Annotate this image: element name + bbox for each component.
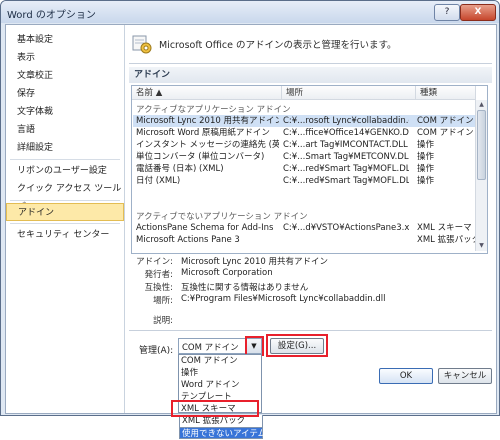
sidebar-divider: [10, 159, 120, 160]
sidebar-item-advanced[interactable]: 詳細設定: [6, 139, 124, 157]
detail-value-publisher: Microsoft Corporation: [181, 268, 273, 278]
cell-name: Microsoft Lync 2010 用共有アドイン: [136, 116, 279, 126]
vertical-scrollbar[interactable]: ▲ ▼: [475, 100, 487, 251]
group-header-inactive: アクティブでないアプリケーション アドイン: [136, 212, 308, 222]
cell-location: C:¥...rosoft Lync¥collabaddin.dll: [283, 116, 409, 126]
column-header-location[interactable]: 場所: [282, 86, 416, 100]
sidebar-item-proofing[interactable]: 文章校正: [6, 67, 124, 85]
highlight-box-dropdown: [245, 336, 264, 356]
title-bar: Word のオプション ? X: [1, 1, 499, 23]
sidebar-item-quick-access-toolbar[interactable]: クイック アクセス ツール バー: [6, 180, 124, 212]
dropdown-option[interactable]: 操作: [179, 367, 263, 379]
word-options-dialog: Word のオプション ? X 基本設定 表示 文章校正 保存 文字体裁 言語 …: [0, 0, 500, 439]
sidebar-item-typography[interactable]: 文字体裁: [6, 103, 124, 121]
dropdown-option-unavailable-items[interactable]: 使用できないアイテム: [179, 427, 266, 439]
detail-label-addin: アドイン:: [136, 257, 173, 267]
cell-location: C:¥...Smart Tag¥METCONV.DLL: [283, 152, 409, 162]
detail-label-description: 説明:: [153, 316, 173, 326]
table-row[interactable]: 電話番号 (日本) (XML) C:¥...red¥Smart Tag¥MOFL…: [133, 163, 484, 175]
detail-label-compatibility: 互換性:: [144, 283, 173, 293]
sidebar-item-basic[interactable]: 基本設定: [6, 31, 124, 49]
cell-location: C:¥...ffice¥Office14¥GENKO.DLL: [283, 128, 409, 138]
table-row[interactable]: Microsoft Lync 2010 用共有アドイン C:¥...rosoft…: [133, 115, 484, 127]
highlight-box-unavailable-items: [171, 400, 259, 417]
cell-type: XML 拡張パック: [417, 235, 481, 245]
cell-name: Microsoft Actions Pane 3: [136, 235, 240, 245]
table-row[interactable]: Microsoft Actions Pane 3 XML 拡張パック: [133, 234, 484, 246]
cell-type: 操作: [417, 152, 435, 162]
sidebar-item-save[interactable]: 保存: [6, 85, 124, 103]
dropdown-option[interactable]: COM アドイン: [179, 355, 263, 367]
addins-table: 名前 ▲ 場所 種類 アクティブなアプリケーション アドイン Microsoft…: [131, 85, 488, 254]
addins-gear-icon: [132, 35, 152, 54]
cell-type: COM アドイン: [417, 128, 474, 138]
cell-name: Microsoft Word 原稿用紙アドイン: [136, 128, 270, 138]
cell-type: XML スキーマ: [417, 223, 472, 233]
page-header: Microsoft Office のアドインの表示と管理を行います。: [159, 40, 397, 51]
cancel-button[interactable]: キャンセル: [438, 368, 492, 384]
sidebar-divider: [10, 200, 120, 201]
cell-location: C:¥...red¥Smart Tag¥MOFL.DLL: [283, 176, 409, 186]
divider: [129, 63, 492, 64]
sidebar-item-addins[interactable]: アドイン: [6, 203, 124, 221]
sidebar-item-customize-ribbon[interactable]: リボンのユーザー設定: [6, 162, 124, 180]
cell-name: ActionsPane Schema for Add-Ins: [136, 223, 274, 233]
cell-name: 単位コンバータ (単位コンバータ): [136, 152, 265, 162]
table-row[interactable]: インスタント メッセージの連絡先 (英語) C:¥...art Tag¥IMCO…: [133, 139, 484, 151]
help-button[interactable]: ?: [434, 4, 460, 21]
main-panel: Microsoft Office のアドインの表示と管理を行います。 アドイン …: [125, 25, 496, 439]
cell-name: 電話番号 (日本) (XML): [136, 164, 224, 174]
cell-location: C:¥...d¥VSTO¥ActionsPane3.xsd: [283, 223, 409, 233]
detail-value-compatibility: 互換性に関する情報はありません: [181, 283, 309, 293]
sidebar-divider: [10, 223, 120, 224]
detail-label-location: 場所:: [153, 296, 173, 306]
cell-type: COM アドイン: [417, 116, 474, 126]
cell-type: 操作: [417, 140, 435, 150]
highlight-box-go: [266, 334, 328, 357]
cell-name: インスタント メッセージの連絡先 (英語): [136, 140, 279, 150]
column-header-type[interactable]: 種類: [416, 86, 476, 100]
sidebar: 基本設定 表示 文章校正 保存 文字体裁 言語 詳細設定 リボンのユーザー設定 …: [6, 25, 125, 413]
detail-label-publisher: 発行者:: [144, 270, 173, 280]
table-row[interactable]: Microsoft Word 原稿用紙アドイン C:¥...ffice¥Offi…: [133, 127, 484, 139]
ok-button[interactable]: OK: [379, 368, 433, 384]
group-header-active: アクティブなアプリケーション アドイン: [136, 105, 291, 115]
table-row[interactable]: 日付 (XML) C:¥...red¥Smart Tag¥MOFL.DLL 操作: [133, 175, 484, 187]
sidebar-item-language[interactable]: 言語: [6, 121, 124, 139]
sidebar-item-trust-center[interactable]: セキュリティ センター: [6, 226, 124, 244]
detail-value-addin: Microsoft Lync 2010 用共有アドイン: [181, 257, 328, 267]
dropdown-option[interactable]: Word アドイン: [179, 379, 263, 391]
column-header-name[interactable]: 名前 ▲: [132, 86, 282, 100]
divider: [129, 330, 492, 331]
dialog-client: 基本設定 表示 文章校正 保存 文字体裁 言語 詳細設定 リボンのユーザー設定 …: [5, 24, 497, 439]
manage-select-value: COM アドイン: [182, 343, 239, 353]
table-row[interactable]: ActionsPane Schema for Add-Ins C:¥...d¥V…: [133, 222, 484, 234]
detail-value-location: C:¥Program Files¥Microsoft Lync¥collabad…: [181, 294, 386, 304]
cell-name: 日付 (XML): [136, 176, 181, 186]
window-title: Word のオプション: [7, 10, 96, 21]
cell-type: 操作: [417, 164, 435, 174]
cell-location: C:¥...red¥Smart Tag¥MOFL.DLL: [283, 164, 409, 174]
sidebar-item-display[interactable]: 表示: [6, 49, 124, 67]
cell-type: 操作: [417, 176, 435, 186]
table-row[interactable]: 単位コンバータ (単位コンバータ) C:¥...Smart Tag¥METCON…: [133, 151, 484, 163]
close-button[interactable]: X: [460, 4, 496, 21]
scrollbar-thumb[interactable]: [477, 110, 486, 180]
scroll-down-icon[interactable]: ▼: [476, 241, 487, 251]
section-title-addins: アドイン: [129, 67, 492, 83]
cell-location: C:¥...art Tag¥IMCONTACT.DLL: [283, 140, 408, 150]
manage-label: 管理(A):: [139, 346, 174, 356]
scroll-up-icon[interactable]: ▲: [476, 100, 487, 110]
